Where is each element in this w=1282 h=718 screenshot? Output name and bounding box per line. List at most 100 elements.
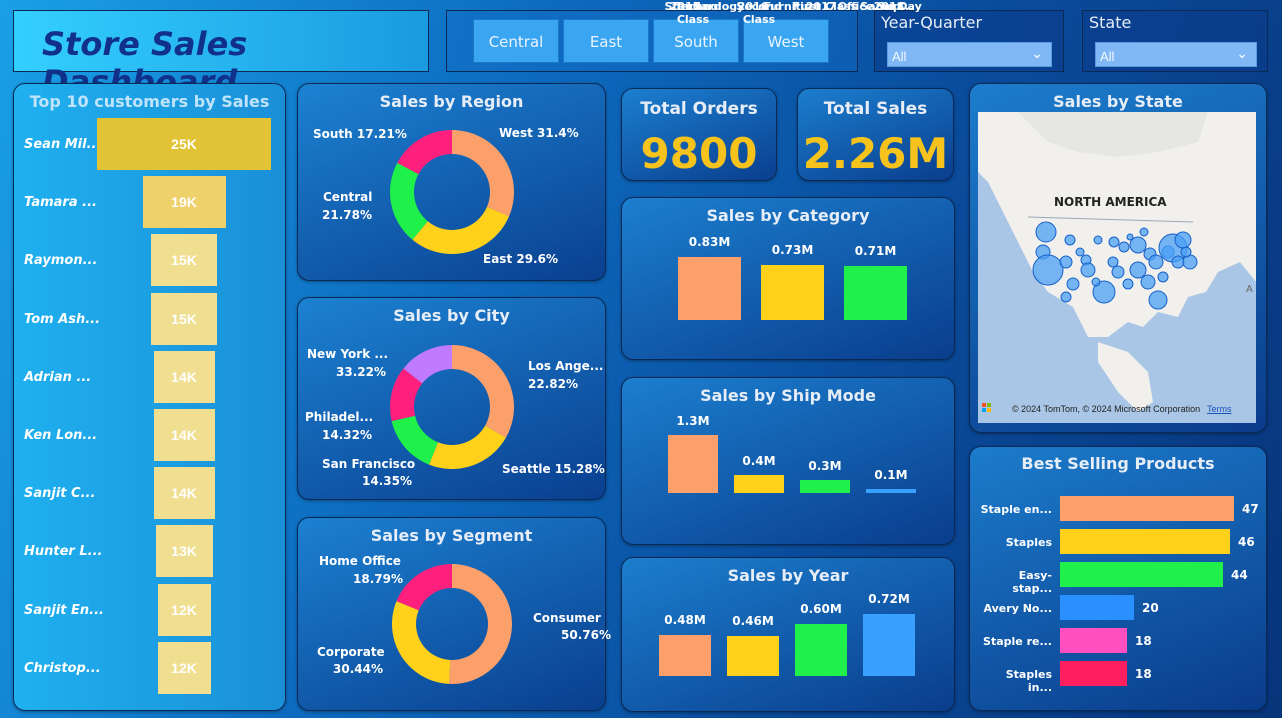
customer-bar: 14K xyxy=(153,350,215,403)
top-customers-title: Top 10 customers by Sales xyxy=(29,92,270,111)
product-bar xyxy=(1060,529,1230,554)
product-name: Staples xyxy=(1005,536,1052,549)
customer-name: Sanjit C... xyxy=(24,486,96,502)
state-bubble[interactable] xyxy=(1059,255,1073,269)
total-sales-value: 2.26M xyxy=(802,129,949,178)
sales-by-segment-title: Sales by Segment xyxy=(370,526,533,545)
region-button-east[interactable]: East xyxy=(563,19,649,63)
bar xyxy=(844,266,907,320)
bar xyxy=(761,265,824,320)
year-quarter-label: Year-Quarter xyxy=(881,13,983,32)
state-bubble[interactable] xyxy=(1093,235,1103,245)
product-name: Staples in... xyxy=(1005,668,1052,694)
total-orders-label: Total Orders xyxy=(640,99,758,119)
bar xyxy=(795,624,847,676)
region-label-central-pct: 21.78% xyxy=(322,208,372,222)
region-button-central[interactable]: Central xyxy=(473,19,559,63)
customer-bar: 14K xyxy=(153,467,215,520)
state-bubble[interactable] xyxy=(1148,254,1164,270)
map-copyright: © 2024 TomTom, © 2024 Microsoft Corporat… xyxy=(1012,404,1201,414)
bar-value-label: 0.60M xyxy=(800,602,842,616)
bar-value-label: 0.72M xyxy=(868,592,910,606)
bar xyxy=(668,435,718,493)
state-bubble[interactable] xyxy=(1157,271,1169,283)
state-bubble[interactable] xyxy=(1148,290,1168,310)
state-bubble[interactable] xyxy=(1060,291,1072,303)
map-terms-link[interactable]: Terms xyxy=(1207,404,1232,414)
segment-label-corporate: Corporate xyxy=(317,645,385,659)
year-quarter-value: All xyxy=(892,49,907,64)
sales-by-year-title: Sales by Year xyxy=(727,566,849,585)
segment-label-homeoffice-pct: 18.79% xyxy=(353,572,403,586)
state-bubble[interactable] xyxy=(1171,255,1185,269)
bar-category-label: 2018 xyxy=(873,0,905,13)
best-selling-products-title: Best Selling Products xyxy=(1021,454,1215,473)
city-label-newyork-pct: 33.22% xyxy=(336,365,386,379)
chevron-down-icon: ⌄ xyxy=(1031,45,1043,61)
state-bubble[interactable] xyxy=(1126,233,1134,241)
state-bubble[interactable] xyxy=(1075,247,1085,257)
sales-by-category-title: Sales by Category xyxy=(706,206,870,225)
state-label: State xyxy=(1089,13,1132,32)
state-slicer: State All ⌄ xyxy=(1082,10,1268,72)
bar-value-label: 0.3M xyxy=(808,459,842,473)
state-bubble[interactable] xyxy=(1174,231,1192,249)
region-label-west: West 31.4% xyxy=(499,126,579,140)
bar xyxy=(659,635,711,676)
state-bubble[interactable] xyxy=(1035,221,1057,243)
state-bubble[interactable] xyxy=(1129,261,1147,279)
year-quarter-dropdown[interactable]: All ⌄ xyxy=(887,42,1052,67)
region-slicer: Central East South West xyxy=(446,10,858,72)
sales-by-state-title: Sales by State xyxy=(1053,92,1183,111)
bar-value-label: 1.3M xyxy=(676,414,710,428)
customer-bar: 12K xyxy=(157,641,211,694)
customer-name: Sanjit En... xyxy=(24,602,104,618)
state-bubble[interactable] xyxy=(1111,265,1125,279)
state-bubble[interactable] xyxy=(1032,254,1064,286)
product-value: 44 xyxy=(1231,568,1248,582)
state-bubble[interactable] xyxy=(1122,278,1134,290)
microsoft-logo-icon xyxy=(982,403,992,413)
bar-category-label: 2015 xyxy=(669,0,701,13)
state-bubble[interactable] xyxy=(1091,277,1101,287)
state-bubble[interactable] xyxy=(1180,246,1192,258)
city-label-newyork: New York ... xyxy=(307,347,389,361)
state-bubble[interactable] xyxy=(1139,227,1149,237)
bar-value-label: 0.71M xyxy=(854,244,897,258)
customer-bar: 19K xyxy=(142,176,226,229)
bar xyxy=(800,480,850,493)
state-bubble[interactable] xyxy=(1118,241,1130,253)
product-bar xyxy=(1060,562,1223,587)
bar-value-label: 0.46M xyxy=(732,614,774,628)
donut-slice xyxy=(396,564,452,611)
state-bubble[interactable] xyxy=(1108,236,1120,248)
year-quarter-slicer: Year-Quarter All ⌄ xyxy=(874,10,1064,72)
donut-slice xyxy=(449,564,512,684)
customer-name: Sean Mil... xyxy=(24,137,102,152)
segment-label-homeoffice: Home Office xyxy=(319,554,401,568)
central-america-shape xyxy=(1098,342,1153,412)
map-canvas: NORTH AMERICA A xyxy=(978,112,1256,412)
product-bar xyxy=(1060,661,1127,686)
customer-name: Raymon... xyxy=(24,253,98,269)
customer-name: Tom Ash... xyxy=(24,311,101,327)
bar-value-label: 0.48M xyxy=(664,613,706,627)
state-bubble[interactable] xyxy=(1140,274,1156,290)
region-label-east: East 29.6% xyxy=(483,252,558,266)
sales-by-shipmode-title: Sales by Ship Mode xyxy=(700,386,876,405)
sales-by-region-donut xyxy=(390,130,514,254)
state-bubble[interactable] xyxy=(1066,277,1080,291)
state-bubble[interactable] xyxy=(1107,256,1119,268)
city-label-losangeles-pct: 22.82% xyxy=(528,377,578,391)
customer-bar: 15K xyxy=(151,234,217,287)
chevron-down-icon: ⌄ xyxy=(1236,45,1248,61)
donut-slice xyxy=(452,130,514,217)
bar xyxy=(727,636,779,676)
state-dropdown[interactable]: All ⌄ xyxy=(1095,42,1257,67)
sales-by-state-map[interactable]: NORTH AMERICA A © 2024 TomTom, © 2024 Mi… xyxy=(978,112,1256,423)
state-bubble[interactable] xyxy=(1064,234,1076,246)
map-region-label: NORTH AMERICA xyxy=(1054,195,1167,209)
state-bubble[interactable] xyxy=(1080,262,1096,278)
product-value: 18 xyxy=(1135,634,1152,648)
bar-category-label: 2017 xyxy=(805,0,837,13)
